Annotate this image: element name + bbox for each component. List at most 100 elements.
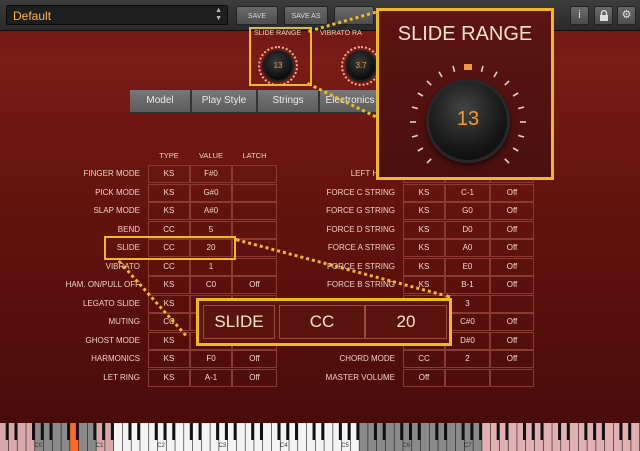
left-row-latch[interactable] [232,220,277,239]
tab-strings[interactable]: Strings [257,89,319,113]
white-key [385,423,394,451]
white-key [140,423,149,451]
left-row-type[interactable]: KS [148,202,190,220]
octave-label: C7 [464,443,472,449]
left-row-latch[interactable]: Off [232,368,277,387]
knob-tick [518,106,525,110]
right-row-latch[interactable]: Off [490,183,534,202]
zoom-slide-value: 20 [365,305,447,339]
preset-arrows-icon[interactable]: ▲ ▼ [215,7,222,23]
left-row-label: GHOST MODE [85,335,140,345]
white-key [420,423,429,451]
right-row-type[interactable]: KS [403,183,445,202]
header-latch: LATCH [242,151,267,160]
zoom-slide-range-knob[interactable]: 13 [426,79,510,163]
white-key [263,423,272,451]
left-row-latch[interactable] [232,257,277,276]
right-row-type[interactable]: Off [403,368,445,387]
knob-tick [512,92,519,97]
left-row-type[interactable]: KS [148,183,190,202]
left-row-value[interactable]: C0 [190,276,232,294]
app-window: Default ▲ ▼ SAVE SAVE AS i ⚙ SLIDE RANGE … [0,0,640,451]
right-row-label: FORCE C STRING [326,187,395,197]
left-row-type[interactable]: KS [148,368,190,387]
left-row-value[interactable]: 1 [190,257,232,276]
zoom-slide-label: SLIDE [203,305,275,339]
right-row-latch[interactable]: Off [490,257,534,276]
tab-play-style[interactable]: Play Style [191,89,257,113]
right-row-value[interactable] [445,368,490,387]
right-row-value[interactable]: G0 [445,202,490,220]
right-row-value[interactable]: D0 [445,220,490,239]
left-row-value[interactable]: G#0 [190,183,232,202]
knob-tick [411,134,418,138]
lock-icon[interactable] [594,6,613,25]
left-row-latch[interactable]: Off [232,350,277,368]
left-row-value[interactable]: F#0 [190,165,232,183]
right-row-latch[interactable]: Off [490,202,534,220]
right-row-value[interactable]: A0 [445,239,490,257]
left-row-label: FINGER MODE [83,169,140,178]
right-row-value[interactable]: C-1 [445,183,490,202]
right-row-latch[interactable]: Off [490,239,534,257]
right-row-type[interactable]: CC [403,350,445,368]
left-row-latch[interactable] [232,202,277,220]
right-row-latch[interactable]: Off [490,313,534,331]
vibrato-range-label: VIBRATO RA [320,30,362,37]
zoom-slide-type: CC [279,305,365,339]
right-row-type[interactable]: KS [403,239,445,257]
white-key [175,423,184,451]
white-key [113,423,123,451]
left-row-type[interactable]: KS [148,350,190,368]
left-row-label: HARMONICS [91,354,140,363]
vibrato-range-knob[interactable]: 3.7 [345,50,377,82]
right-row-label: FORCE A STRING [327,243,395,252]
left-row-label: HAM. ON/PULL OFF [65,280,140,289]
knob-tick [426,80,432,86]
left-row-type[interactable]: KS [148,165,190,183]
octave-label: C3 [218,443,226,449]
knob-tick [417,147,424,152]
left-row-latch[interactable] [232,165,277,183]
right-row-value[interactable]: 2 [445,350,490,368]
left-row-value[interactable]: F0 [190,350,232,368]
left-row-label: PICK MODE [95,187,140,197]
save-as-button[interactable]: SAVE AS [284,6,328,25]
right-row-latch[interactable]: Off [490,350,534,368]
right-row-latch[interactable] [490,294,534,313]
knob-tick [411,106,418,110]
right-row-type[interactable]: KS [403,257,445,276]
white-key [631,423,640,451]
left-row-type[interactable]: KS [148,276,190,294]
tab-model[interactable]: Model [129,89,191,113]
keyboard-keys[interactable]: C0 C1 C2 C3 C4 C5 C6 C7 [0,423,640,451]
left-row-value[interactable]: A-1 [190,368,232,387]
left-row-type[interactable]: CC [148,257,190,276]
left-row-value[interactable]: A#0 [190,202,232,220]
white-key [482,423,491,451]
right-row-value[interactable]: B-1 [445,276,490,294]
gear-icon[interactable]: ⚙ [617,6,636,25]
left-row-latch[interactable] [232,183,277,202]
knob-tick [512,147,519,152]
octave-label: C4 [280,443,288,449]
knob-tick [452,65,456,72]
right-row-latch[interactable]: Off [490,276,534,294]
white-key [324,423,333,451]
piano-keyboard[interactable]: C0 C1 C2 C3 C4 C5 C6 C7 [0,423,640,451]
left-row-latch[interactable]: Off [232,276,277,294]
right-row-type[interactable]: KS [403,202,445,220]
right-row-latch[interactable]: Off [490,220,534,239]
preset-selector[interactable]: Default ▲ ▼ [6,5,228,25]
right-row-latch[interactable]: Off [490,331,534,350]
save-button[interactable]: SAVE [236,6,278,25]
right-row-latch[interactable] [490,368,534,387]
left-row-label: LET RING [103,372,140,382]
info-icon[interactable]: i [570,6,589,25]
right-row-type[interactable]: KS [403,220,445,239]
left-row-label: SLAP MODE [93,206,140,215]
right-row-value[interactable]: E0 [445,257,490,276]
octave-label: C5 [341,443,349,449]
left-row-label: MUTING [108,317,140,326]
slide-range-zoom-panel: SLIDE RANGE 13 [376,8,554,180]
